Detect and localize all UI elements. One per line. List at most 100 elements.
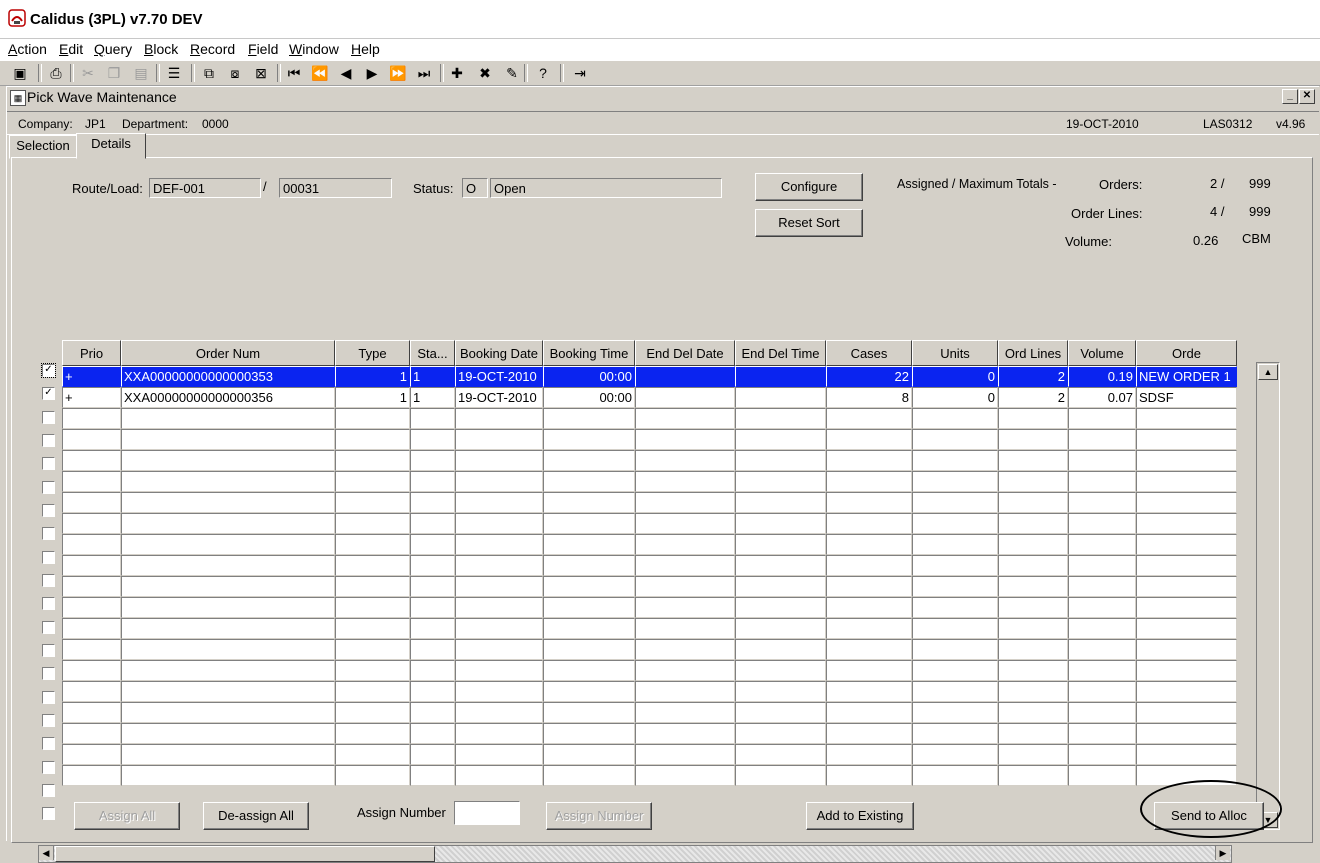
- configure-button[interactable]: Configure: [755, 173, 863, 201]
- menu-edit[interactable]: Edit: [59, 41, 83, 57]
- grid-cell[interactable]: [635, 534, 735, 555]
- grid-cell[interactable]: [826, 492, 912, 513]
- table-row[interactable]: [62, 429, 1237, 450]
- grid-cell[interactable]: [1136, 513, 1237, 534]
- grid-cell[interactable]: [735, 534, 826, 555]
- menu-record[interactable]: Record: [190, 41, 235, 57]
- grid-cell[interactable]: [335, 534, 410, 555]
- grid-cell[interactable]: [635, 387, 735, 408]
- grid-cell[interactable]: [455, 723, 543, 744]
- grid-cell[interactable]: [335, 765, 410, 786]
- grid-cell[interactable]: [1136, 618, 1237, 639]
- grid-cell[interactable]: [635, 450, 735, 471]
- grid-cell[interactable]: [1136, 492, 1237, 513]
- grid-cell[interactable]: [735, 576, 826, 597]
- grid-cell[interactable]: [826, 597, 912, 618]
- grid-cell[interactable]: [635, 366, 735, 387]
- grid-cell[interactable]: [635, 639, 735, 660]
- grid-cell[interactable]: [455, 660, 543, 681]
- next-record-icon[interactable]: ▶: [362, 63, 382, 83]
- row-checkbox[interactable]: [42, 620, 55, 634]
- clear-record-icon[interactable]: ✎: [502, 63, 522, 83]
- grid-cell[interactable]: 0: [912, 387, 998, 408]
- grid-cell[interactable]: [410, 534, 455, 555]
- grid-cell[interactable]: [543, 639, 635, 660]
- grid-cell[interactable]: [62, 681, 121, 702]
- grid-cell[interactable]: [410, 555, 455, 576]
- grid-cell[interactable]: [62, 765, 121, 786]
- column-header[interactable]: Volume: [1068, 340, 1136, 366]
- grid-cell[interactable]: [543, 618, 635, 639]
- grid-cell[interactable]: [826, 702, 912, 723]
- grid-cell[interactable]: [121, 765, 335, 786]
- table-row[interactable]: [62, 555, 1237, 576]
- grid-cell[interactable]: [826, 576, 912, 597]
- row-checkbox[interactable]: [42, 760, 55, 774]
- column-header[interactable]: End Del Time: [735, 340, 826, 366]
- reset-sort-button[interactable]: Reset Sort: [755, 209, 863, 237]
- column-header[interactable]: Cases: [826, 340, 912, 366]
- row-checkbox[interactable]: [42, 783, 55, 797]
- grid-cell[interactable]: [410, 765, 455, 786]
- grid-cell[interactable]: [455, 681, 543, 702]
- grid-cell[interactable]: [121, 681, 335, 702]
- previous-set-icon[interactable]: ⏪: [310, 63, 330, 83]
- grid-cell[interactable]: [735, 492, 826, 513]
- table-row[interactable]: + XXA00000000000000353 1 1 19-OCT-2010 00:00 2…: [62, 366, 1237, 387]
- grid-cell[interactable]: [455, 534, 543, 555]
- grid-cell[interactable]: [1136, 576, 1237, 597]
- grid-cell[interactable]: [121, 723, 335, 744]
- grid-cell[interactable]: [826, 618, 912, 639]
- grid-cell[interactable]: [1068, 723, 1136, 744]
- grid-cell[interactable]: [912, 513, 998, 534]
- menu-help[interactable]: Help: [351, 41, 380, 57]
- grid-cell[interactable]: [62, 555, 121, 576]
- assign-all-button[interactable]: Assign All: [74, 802, 180, 830]
- grid-cell[interactable]: [1068, 618, 1136, 639]
- grid-cell[interactable]: [826, 765, 912, 786]
- grid-cell[interactable]: [912, 660, 998, 681]
- grid-cell[interactable]: [1068, 450, 1136, 471]
- grid-cell[interactable]: [1068, 534, 1136, 555]
- menu-action[interactable]: Action: [8, 41, 47, 57]
- menu-field[interactable]: Field: [248, 41, 278, 57]
- grid-cell[interactable]: [455, 744, 543, 765]
- insert-record-icon[interactable]: ✚: [447, 63, 467, 83]
- grid-cell[interactable]: [121, 618, 335, 639]
- table-row[interactable]: [62, 513, 1237, 534]
- grid-cell[interactable]: [826, 723, 912, 744]
- grid-cell[interactable]: [1136, 408, 1237, 429]
- grid-cell[interactable]: [1068, 471, 1136, 492]
- grid-cell[interactable]: [121, 513, 335, 534]
- grid-cell[interactable]: [121, 576, 335, 597]
- grid-cell[interactable]: [335, 513, 410, 534]
- grid-cell[interactable]: [735, 555, 826, 576]
- grid-cell[interactable]: [998, 723, 1068, 744]
- close-icon[interactable]: ✕: [1299, 89, 1315, 104]
- grid-cell[interactable]: [1136, 702, 1237, 723]
- grid-cell[interactable]: [335, 429, 410, 450]
- grid-cell[interactable]: [826, 555, 912, 576]
- grid-cell[interactable]: [735, 471, 826, 492]
- grid-cell[interactable]: [455, 765, 543, 786]
- grid-cell[interactable]: 19-OCT-2010: [455, 366, 543, 387]
- grid-cell[interactable]: [635, 555, 735, 576]
- grid-cell[interactable]: [735, 429, 826, 450]
- grid-cell[interactable]: [410, 450, 455, 471]
- table-row[interactable]: [62, 618, 1237, 639]
- grid-cell[interactable]: [335, 723, 410, 744]
- previous-record-icon[interactable]: ◀: [336, 63, 356, 83]
- grid-cell[interactable]: [635, 765, 735, 786]
- grid-cell[interactable]: 2: [998, 366, 1068, 387]
- row-checkbox[interactable]: ✓: [41, 363, 56, 378]
- table-row[interactable]: [62, 681, 1237, 702]
- table-row[interactable]: [62, 576, 1237, 597]
- grid-cell[interactable]: [62, 660, 121, 681]
- row-checkbox[interactable]: [42, 457, 55, 471]
- grid-cell[interactable]: [455, 471, 543, 492]
- grid-cell[interactable]: [735, 639, 826, 660]
- row-checkbox[interactable]: [42, 573, 55, 587]
- grid-cell[interactable]: [455, 513, 543, 534]
- grid-cell[interactable]: [62, 702, 121, 723]
- column-header[interactable]: Order Num: [121, 340, 335, 366]
